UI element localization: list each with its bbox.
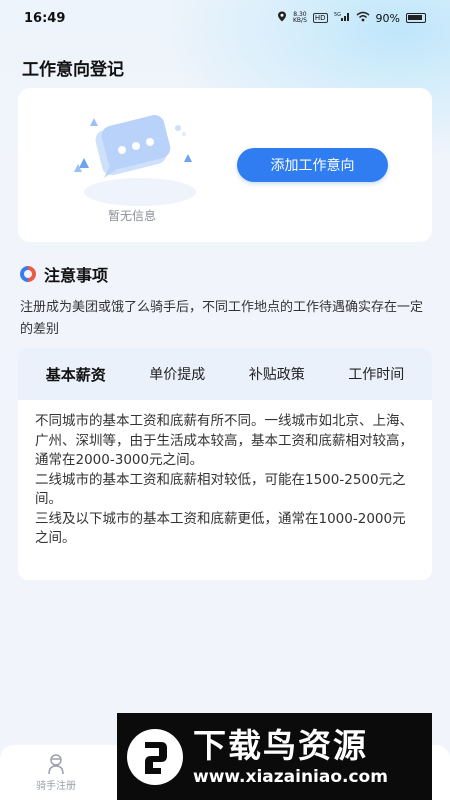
content-paragraph: 二线城市的基本工资和底薪相对较低，可能在1500-2500元之间。 <box>35 471 406 508</box>
status-icons: 8.30 KB/S HD 5G 90% <box>277 11 426 25</box>
wifi-icon <box>356 11 370 25</box>
notice-description: 注册成为美团或饿了么骑手后，不同工作地点的工作待遇确实存在一定的差别 <box>20 300 424 337</box>
hd-icon: HD <box>312 13 328 23</box>
tab-work-hours[interactable]: 工作时间 <box>346 360 406 388</box>
content-paragraph: 三线及以下城市的基本工资和底薪更低，通常在1000-2000元之间。 <box>35 510 406 547</box>
net-speed: 8.30 KB/S <box>293 12 307 24</box>
rider-icon <box>48 754 64 775</box>
battery-icon <box>406 13 426 23</box>
notice-title: 注意事项 <box>44 266 109 285</box>
empty-state-text: 暂无信息 <box>107 209 156 223</box>
intent-card: 暂无信息 添加工作意向 <box>18 88 432 242</box>
page-title: 工作意向登记 <box>22 60 124 80</box>
status-bar: 16:49 8.30 KB/S HD 5G 90% <box>0 0 450 36</box>
tab-content: 不同城市的基本工资和底薪有所不同。一线城市如北京、上海、广州、深圳等，由于生活成… <box>18 400 432 549</box>
watermark-title: 下载鸟资源 <box>193 725 368 765</box>
tab-piece-commission[interactable]: 单价提成 <box>147 360 207 388</box>
svg-text:5G: 5G <box>334 12 341 18</box>
notice-header: 注意事项 <box>20 262 108 286</box>
signal-icon: 5G <box>334 11 350 25</box>
tab-basic-salary[interactable]: 基本薪资 <box>44 360 108 389</box>
add-work-intent-button[interactable]: 添加工作意向 <box>237 148 388 182</box>
notice-info-card: 基本薪资 单价提成 补贴政策 工作时间 不同城市的基本工资和底薪有所不同。一线城… <box>18 348 432 580</box>
watermark-text: 下载鸟资源 www.xiazainiao.com <box>193 726 388 788</box>
battery-percent: 90% <box>375 11 400 25</box>
notice-tabs: 基本薪资 单价提成 补贴政策 工作时间 <box>18 348 432 400</box>
content-paragraph: 不同城市的基本工资和底薪有所不同。一线城市如北京、上海、广州、深圳等，由于生活成… <box>35 413 413 468</box>
watermark-banner: 下载鸟资源 www.xiazainiao.com <box>117 713 432 800</box>
tab-subsidy-policy[interactable]: 补贴政策 <box>247 360 307 388</box>
watermark-bird-logo-icon <box>127 728 183 785</box>
location-icon <box>277 11 287 25</box>
watermark-url: www.xiazainiao.com <box>193 766 388 787</box>
nav-label: 骑手注册 <box>36 781 76 792</box>
nav-item-rider-register[interactable]: 骑手注册 <box>28 753 84 792</box>
empty-chat-illustration-icon <box>74 115 196 206</box>
notice-ring-icon <box>20 266 36 282</box>
bird-icon <box>145 741 167 774</box>
net-speed-unit: KB/S <box>293 17 307 24</box>
status-time: 16:49 <box>24 10 66 26</box>
